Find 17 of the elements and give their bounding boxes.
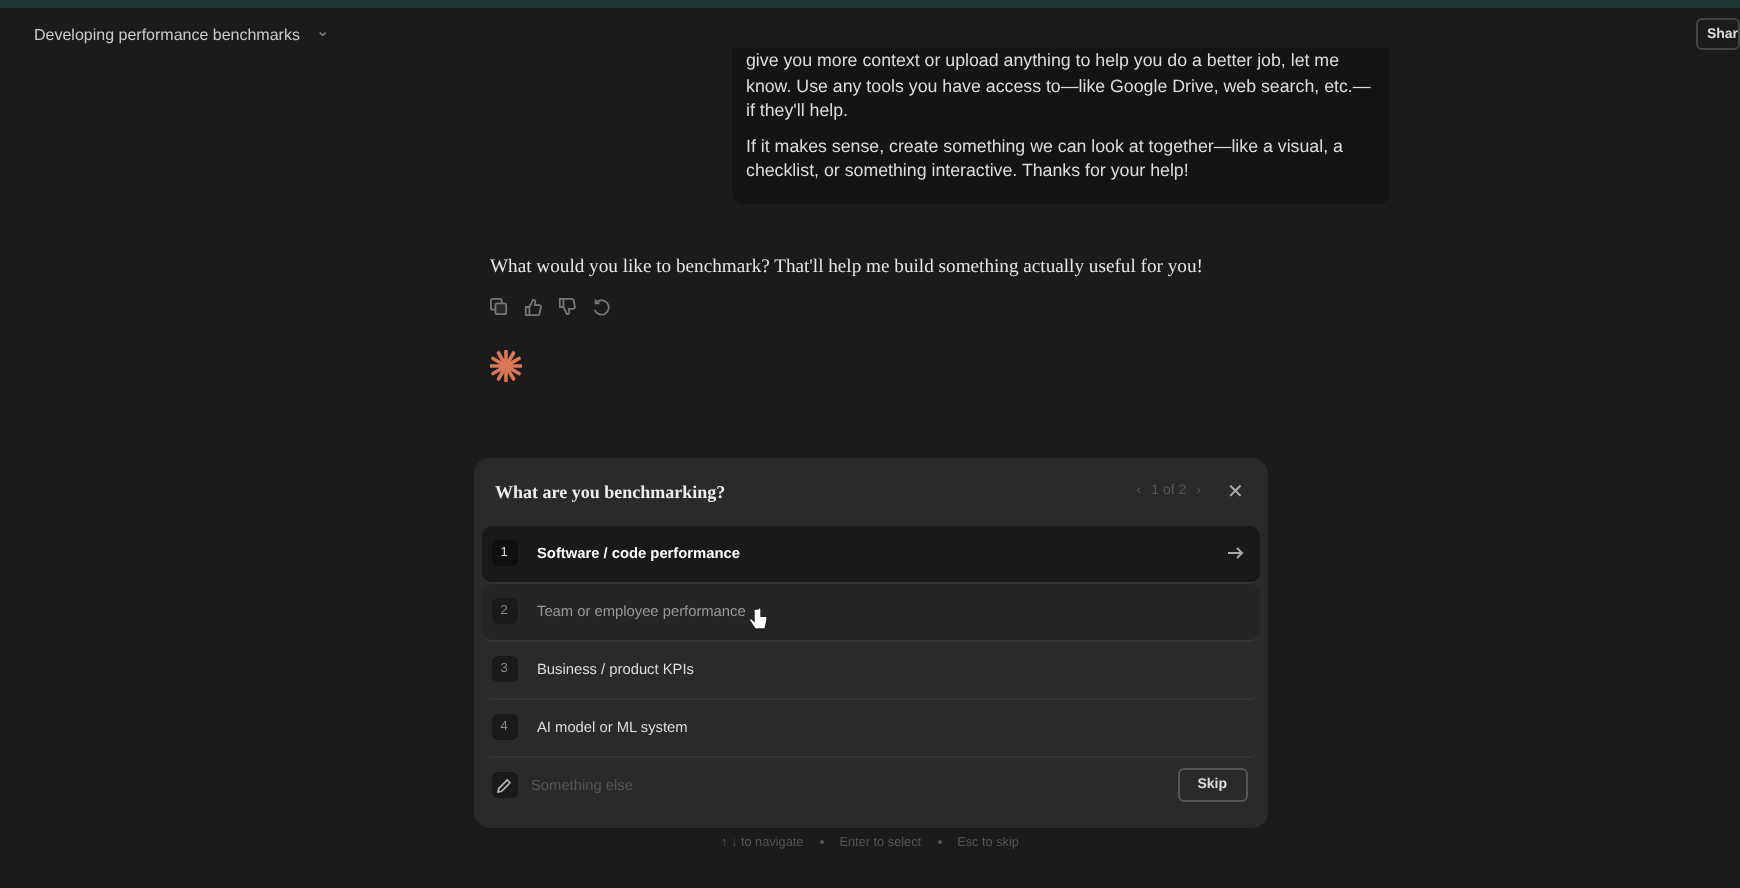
- copy-icon[interactable]: [490, 297, 508, 315]
- thumbs-down-icon[interactable]: [558, 297, 576, 315]
- separator-dot: [937, 840, 942, 844]
- arrow-right-icon: [1227, 546, 1243, 560]
- hand-cursor-icon: [747, 605, 767, 631]
- close-icon[interactable]: ✕: [1227, 479, 1243, 503]
- chevron-icon[interactable]: ⌄: [315, 21, 330, 39]
- thumbs-up-icon[interactable]: [524, 297, 542, 315]
- question-title: What are you benchmarking?: [495, 481, 726, 501]
- conversation-title[interactable]: Developing performance benchmarks: [34, 25, 300, 43]
- starburst-icon: [490, 349, 522, 381]
- message-paragraph: If it makes sense, create something we can look at together—like a visual, a checklist, or something interactive. Thanks for your help!: [746, 133, 1345, 183]
- separator-dot: [819, 840, 824, 844]
- assistant-message: What would you like to benchmark? That'll help me build something actually useful for you!: [490, 255, 1205, 277]
- message-paragraph: give you more context or upload anything to help you do a better job, let me know. Use any tools you have access to—like Google Drive, web search, etc.—if they'll help.: [746, 48, 1373, 123]
- pencil-icon: [491, 772, 517, 798]
- retry-icon[interactable]: [592, 297, 610, 315]
